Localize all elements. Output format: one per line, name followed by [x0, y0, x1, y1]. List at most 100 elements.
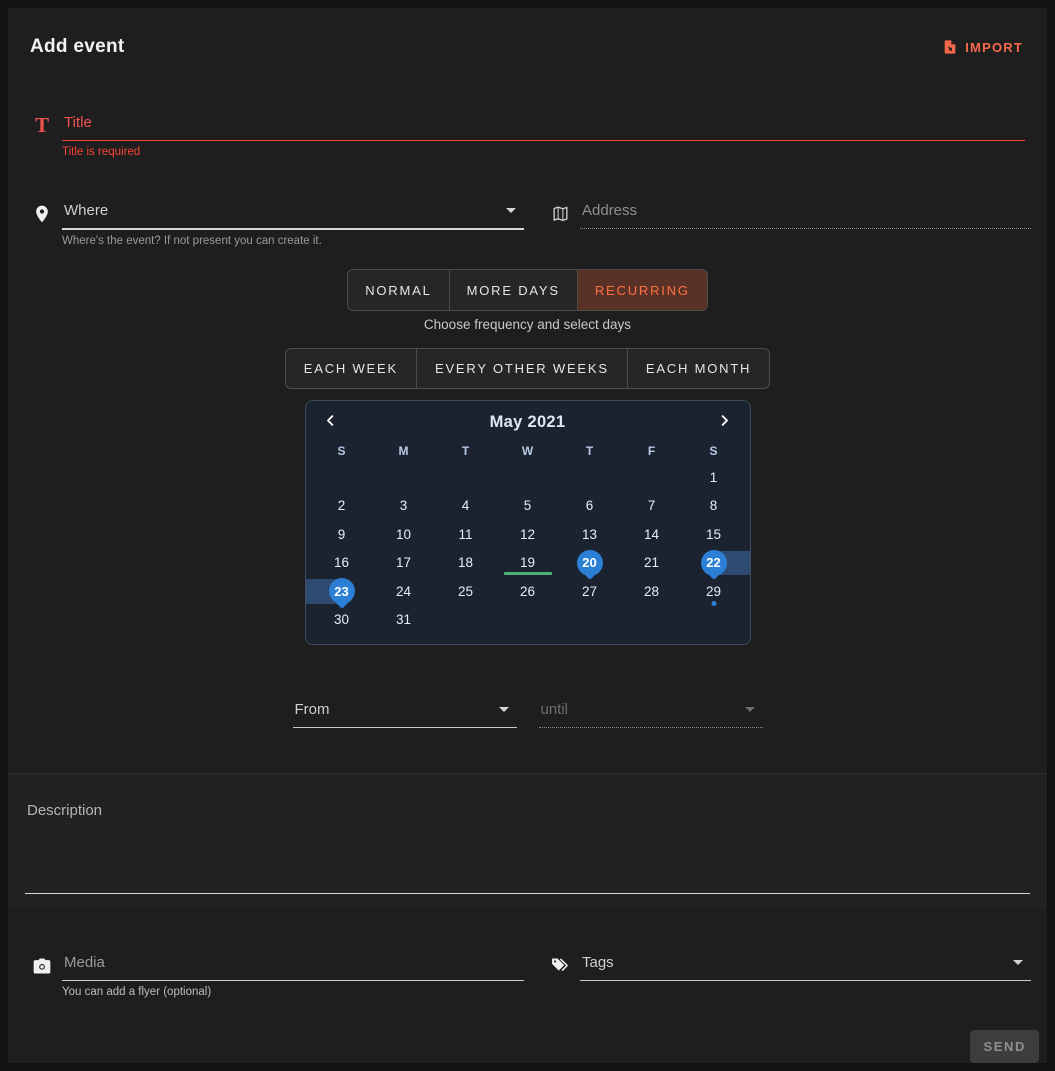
where-select[interactable]: Where: [62, 198, 524, 230]
day-number: 5: [524, 498, 532, 513]
calendar-day-empty: [435, 463, 497, 492]
address-input[interactable]: [580, 198, 1031, 229]
frequency-hint: Choose frequency and select days: [8, 317, 1047, 332]
selected-day-marker: 22: [701, 550, 727, 576]
until-select[interactable]: until: [539, 697, 763, 728]
file-import-icon: [941, 38, 959, 56]
calendar-month-label: May 2021: [490, 413, 566, 432]
day-number: 6: [586, 498, 594, 513]
frequency-each-week[interactable]: EACH WEEK: [286, 349, 416, 388]
calendar-day-26[interactable]: 26: [497, 577, 559, 606]
day-number: 11: [458, 527, 472, 542]
calendar-day-24[interactable]: 24: [373, 577, 435, 606]
day-number: 29: [706, 584, 721, 599]
tags-icon: [548, 954, 572, 978]
day-number: 25: [458, 584, 473, 599]
calendar-day-7[interactable]: 7: [621, 492, 683, 521]
tab-more-days[interactable]: MORE DAYS: [449, 270, 577, 310]
calendar-day-9[interactable]: 9: [311, 520, 373, 549]
calendar-day-6[interactable]: 6: [559, 492, 621, 521]
calendar-day-20[interactable]: 20: [559, 549, 621, 578]
day-number: 26: [520, 584, 535, 599]
where-label: Where: [64, 202, 108, 219]
calendar: May 2021 SMTWTFS 12345678910111213141516…: [305, 400, 751, 645]
chevron-right-icon: [717, 413, 732, 428]
from-select[interactable]: From: [293, 697, 517, 728]
calendar-day-28[interactable]: 28: [621, 577, 683, 606]
calendar-day-empty: [497, 463, 559, 492]
calendar-day-21[interactable]: 21: [621, 549, 683, 578]
calendar-day-25[interactable]: 25: [435, 577, 497, 606]
calendar-day-30[interactable]: 30: [311, 606, 373, 635]
calendar-day-4[interactable]: 4: [435, 492, 497, 521]
day-number: 16: [334, 555, 349, 570]
calendar-day-15[interactable]: 15: [683, 520, 745, 549]
calendar-day-18[interactable]: 18: [435, 549, 497, 578]
calendar-day-empty: [621, 606, 683, 635]
calendar-day-empty: [435, 606, 497, 635]
calendar-day-header: T: [559, 444, 621, 458]
calendar-day-11[interactable]: 11: [435, 520, 497, 549]
selected-day-marker: 23: [329, 578, 355, 604]
calendar-day-empty: [559, 606, 621, 635]
map-icon: [548, 202, 572, 226]
calendar-day-5[interactable]: 5: [497, 492, 559, 521]
calendar-day-1[interactable]: 1: [683, 463, 745, 492]
media-hint: You can add a flyer (optional): [62, 986, 524, 998]
import-label: IMPORT: [965, 40, 1023, 55]
calendar-day-header: T: [435, 444, 497, 458]
calendar-day-16[interactable]: 16: [311, 549, 373, 578]
calendar-day-12[interactable]: 12: [497, 520, 559, 549]
day-number: 27: [582, 584, 597, 599]
calendar-next-button[interactable]: [711, 411, 738, 433]
day-number: 21: [644, 555, 659, 570]
calendar-day-19[interactable]: 19: [497, 549, 559, 578]
calendar-day-22[interactable]: 22: [683, 549, 745, 578]
description-section: [8, 773, 1047, 908]
day-number: 2: [338, 498, 346, 513]
frequency-every-other-weeks[interactable]: EVERY OTHER WEEKS: [416, 349, 627, 388]
day-number: 19: [520, 555, 535, 570]
where-chevron-down-icon: [506, 208, 516, 213]
chevron-left-icon: [323, 413, 338, 428]
calendar-day-2[interactable]: 2: [311, 492, 373, 521]
title-input[interactable]: [62, 110, 1025, 141]
tab-normal[interactable]: NORMAL: [348, 270, 448, 310]
day-number: 8: [710, 498, 718, 513]
calendar-day-3[interactable]: 3: [373, 492, 435, 521]
day-number: 4: [462, 498, 470, 513]
calendar-day-empty: [497, 606, 559, 635]
day-number: 18: [458, 555, 473, 570]
day-underline-marker: [504, 572, 552, 575]
media-input[interactable]: [62, 950, 524, 981]
until-chevron-down-icon: [745, 707, 755, 712]
selected-day-marker: 20: [577, 550, 603, 576]
frequency-each-month[interactable]: EACH MONTH: [627, 349, 769, 388]
calendar-day-13[interactable]: 13: [559, 520, 621, 549]
calendar-day-27[interactable]: 27: [559, 577, 621, 606]
tags-chevron-down-icon: [1013, 960, 1023, 965]
calendar-day-10[interactable]: 10: [373, 520, 435, 549]
calendar-day-23[interactable]: 23: [311, 577, 373, 606]
calendar-day-8[interactable]: 8: [683, 492, 745, 521]
calendar-day-31[interactable]: 31: [373, 606, 435, 635]
calendar-day-header: M: [373, 444, 435, 458]
tags-select[interactable]: Tags: [580, 950, 1031, 981]
calendar-day-29[interactable]: 29: [683, 577, 745, 606]
calendar-prev-button[interactable]: [317, 411, 344, 433]
day-number: 3: [400, 498, 408, 513]
add-event-card: Add event IMPORT T Title is required Whe…: [8, 8, 1047, 1063]
camera-icon: [30, 954, 54, 978]
tags-label: Tags: [582, 954, 614, 971]
calendar-day-14[interactable]: 14: [621, 520, 683, 549]
import-button[interactable]: IMPORT: [939, 34, 1025, 60]
description-input[interactable]: [25, 800, 1030, 894]
tab-recurring[interactable]: RECURRING: [577, 270, 707, 310]
title-field: T Title is required: [8, 110, 1047, 158]
calendar-day-17[interactable]: 17: [373, 549, 435, 578]
calendar-day-header: W: [497, 444, 559, 458]
calendar-day-header: F: [621, 444, 683, 458]
day-number: 10: [396, 527, 411, 542]
send-button[interactable]: SEND: [970, 1030, 1039, 1063]
day-number: 1: [710, 470, 718, 485]
